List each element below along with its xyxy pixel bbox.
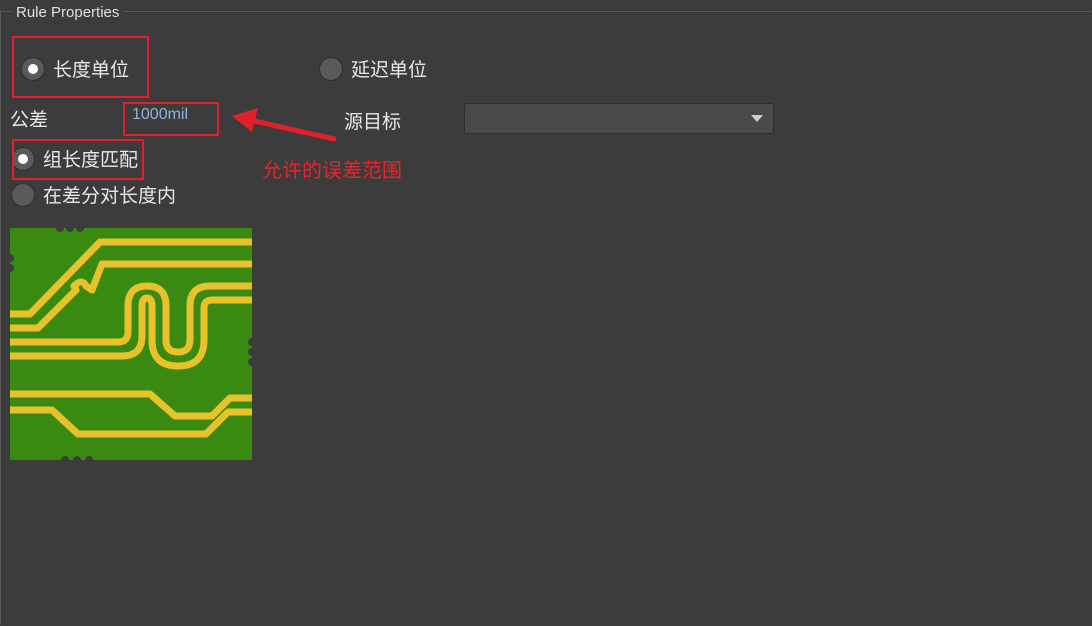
- annotation-arrow-icon: [232, 108, 337, 142]
- delay-unit-option[interactable]: 延迟单位: [319, 55, 427, 82]
- tolerance-label: 公差: [10, 109, 49, 131]
- annotation-text: 允许的误差范围: [262, 158, 402, 182]
- target-label: 源目标: [344, 111, 402, 133]
- annotation-box-group-length: [12, 139, 144, 180]
- target-select[interactable]: [464, 103, 774, 134]
- diff-pair-label: 在差分对长度内: [43, 185, 177, 207]
- diff-pair-radio[interactable]: [11, 182, 35, 207]
- diff-pair-option[interactable]: 在差分对长度内: [11, 181, 176, 208]
- group-title: Rule Properties: [11, 4, 125, 21]
- delay-unit-radio[interactable]: [319, 56, 343, 81]
- chevron-down-icon: [751, 115, 763, 122]
- delay-unit-label: 延迟单位: [351, 59, 428, 81]
- annotation-box-tolerance: [123, 102, 219, 136]
- annotation-box-length-unit: [12, 36, 149, 98]
- pcb-trace-preview-icon: [10, 228, 252, 460]
